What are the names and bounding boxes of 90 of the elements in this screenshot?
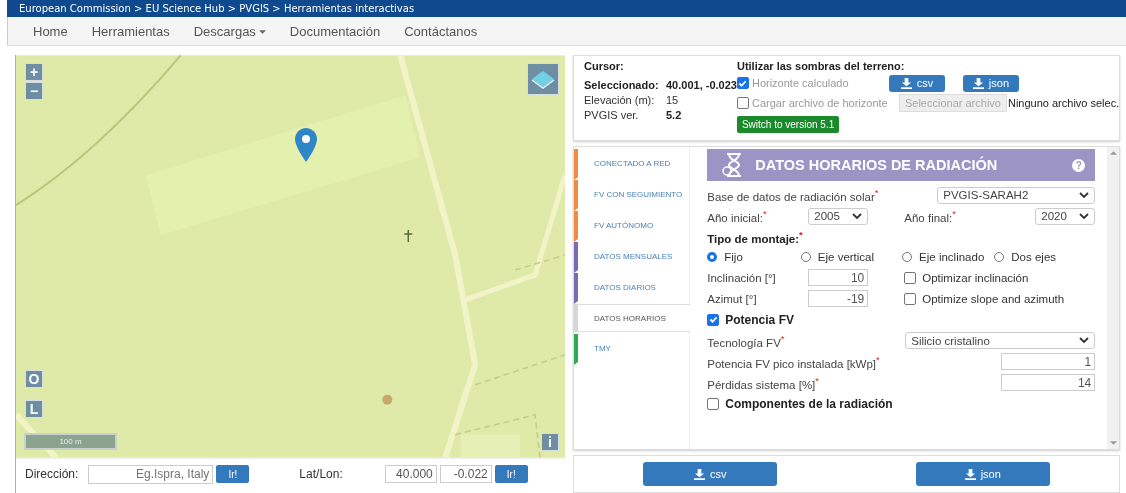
scroll-up-icon <box>1109 151 1117 155</box>
nav-link[interactable]: Documentación <box>289 23 381 39</box>
caret-icon <box>258 30 266 34</box>
checkbox[interactable] <box>707 397 720 410</box>
latlon-label: Lat/Lon: <box>299 467 343 481</box>
nav-link[interactable]: Home <box>33 23 68 39</box>
field-label: Año inicial:$^{*}$ <box>707 208 768 224</box>
field-label: Inclinación [°] <box>707 271 777 284</box>
go-button[interactable]: Ir! <box>494 465 528 483</box>
select-field[interactable]: 2020 <box>1035 207 1096 225</box>
download-button[interactable]: json <box>915 462 1050 486</box>
checkbox[interactable] <box>904 271 917 284</box>
latitude-field[interactable]: 40.000 <box>384 465 437 483</box>
select-field[interactable]: PVGIS-SARAH2 <box>937 186 1096 204</box>
checkbox-label: Cargar archivo de horizonte <box>751 97 888 109</box>
scale-bar: 100 m <box>24 433 117 450</box>
chevron-down-icon <box>852 212 863 220</box>
nav-link[interactable]: Contáctanos <box>404 23 478 39</box>
select-field[interactable]: Silicio cristalino <box>905 332 1096 350</box>
sidebar-tab[interactable]: FV AUTÓNOMO <box>574 211 690 242</box>
field-label: Año final:$^{*}$ <box>904 208 957 224</box>
zoom-out-button[interactable]: − <box>25 82 43 100</box>
checkbox-label: Optimize slope and azimuth <box>922 292 1065 305</box>
checkbox-label: Horizonte calculado <box>751 77 849 89</box>
selected-value: 40.001, -0.023 <box>666 79 737 91</box>
scroll-down-icon <box>1109 441 1117 445</box>
elevation-label: Elevación (m): <box>584 94 656 106</box>
file-status: Ninguno archivo selec. <box>1007 97 1120 109</box>
info-button[interactable]: i <box>541 433 559 451</box>
zoom-in-button[interactable]: + <box>25 63 43 81</box>
shadows-title: Utilizar las sombras del terreno: <box>736 60 906 72</box>
elevation-value: 15 <box>666 94 679 106</box>
version-label: PVGIS ver. <box>584 109 640 121</box>
number-field[interactable]: 10 <box>808 269 869 287</box>
address-label: Dirección: <box>25 467 79 481</box>
radio-label: Eje inclinado <box>919 250 985 263</box>
version-value: 5.2 <box>666 109 682 121</box>
radio-label: Fijo <box>724 250 743 263</box>
help-icon[interactable]: ? <box>1072 158 1086 172</box>
map-marker-icon <box>295 128 317 162</box>
field-label: Base de datos de radiación solar$^{*}$ <box>707 187 880 203</box>
radio-button[interactable] <box>707 251 718 262</box>
layers-button[interactable] <box>527 63 559 95</box>
number-field[interactable]: 14 <box>1001 374 1096 392</box>
download-button[interactable]: json <box>962 74 1019 92</box>
field-label: Azimut [°] <box>707 292 758 305</box>
checkbox-label: Potencia FV <box>725 312 794 327</box>
radio-label: Eje vertical <box>817 250 875 263</box>
number-field[interactable]: -19 <box>808 290 869 308</box>
checkbox-label: Componentes de la radiación <box>725 396 893 411</box>
chevron-down-icon <box>1079 337 1090 345</box>
chevron-down-icon <box>1079 191 1090 199</box>
checkbox[interactable] <box>904 292 917 305</box>
selected-label: Seleccionado: <box>584 79 660 91</box>
sidebar-tab[interactable]: CONECTADO A RED <box>574 149 690 180</box>
download-icon <box>964 468 976 480</box>
download-button[interactable]: csv <box>888 74 945 92</box>
section-title: DATOS HORARIOS DE RADIACIÓN <box>755 157 999 173</box>
download-icon <box>972 77 984 89</box>
radio-label: Dos ejes <box>1011 250 1057 263</box>
checkbox-label: Optimizar inclinación <box>922 271 1029 284</box>
nav-link[interactable]: Herramientas <box>91 23 170 39</box>
number-field[interactable]: 1 <box>1001 353 1096 371</box>
checkbox[interactable] <box>736 97 749 109</box>
select-field[interactable]: 2005 <box>808 207 869 225</box>
sidebar-tab[interactable]: TMY <box>574 334 690 365</box>
sidebar-tab[interactable]: DATOS HORARIOS <box>574 304 691 332</box>
checkbox[interactable] <box>707 313 720 326</box>
download-icon <box>694 468 705 480</box>
breadcrumb: European Commission > EU Science Hub > PVGIS > Herramientas interactivas <box>19 3 415 14</box>
address-field[interactable]: Eg.Ispra, Italy <box>88 464 214 484</box>
scrollbar[interactable] <box>1107 147 1119 449</box>
longitude-field[interactable]: -0.022 <box>439 465 492 483</box>
nav-link[interactable]: Descargas <box>193 23 266 39</box>
map-mode-button[interactable]: O <box>25 370 43 388</box>
cursor-label: Cursor: <box>584 60 625 72</box>
sidebar-tab[interactable]: FV CON SEGUIMIENTO <box>574 180 690 211</box>
field-label: Potencia FV pico instalada [kWp]$^{*}$ <box>707 353 881 370</box>
map-mode-button[interactable]: L <box>25 400 43 418</box>
chevron-down-icon <box>1079 212 1090 220</box>
field-label: Pérdidas sistema [%]$^{*}$ <box>707 374 821 391</box>
layers-icon <box>530 69 556 89</box>
field-label: Tipo de montaje:$^{*}$ <box>707 229 804 245</box>
go-button[interactable]: Ir! <box>216 465 250 483</box>
switch-version-button[interactable]: Switch to version 5.1 <box>736 116 840 133</box>
checkbox[interactable] <box>736 77 749 89</box>
field-label: Tecnología FV$^{*}$ <box>707 332 786 349</box>
download-button[interactable]: csv <box>643 462 778 486</box>
download-icon <box>900 77 912 89</box>
sidebar-tab[interactable]: DATOS MENSUALES <box>574 242 690 273</box>
